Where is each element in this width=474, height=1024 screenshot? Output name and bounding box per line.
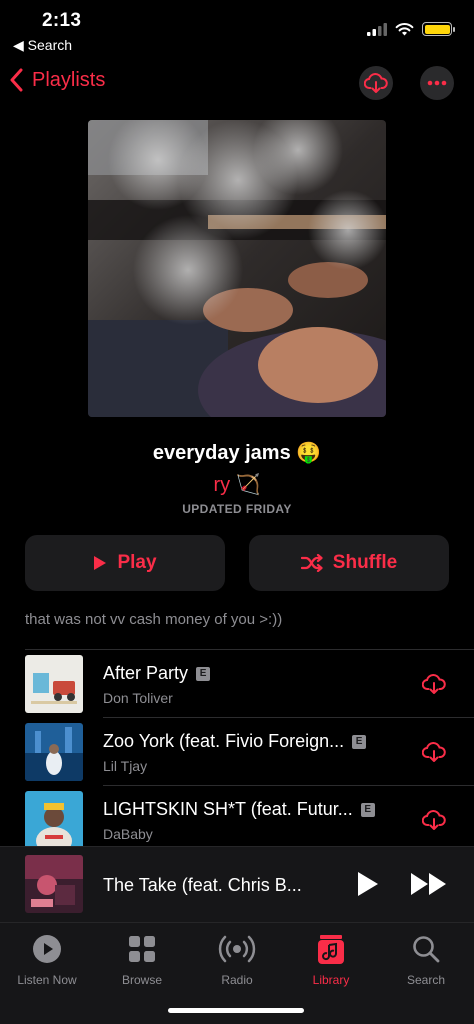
playlist-curator-link[interactable]: ry 🏹 (0, 472, 474, 497)
track-row[interactable]: After Party E Don Toliver (0, 651, 474, 717)
now-playing-title: The Take (feat. Chris B... (103, 875, 302, 895)
tab-label: Browse (121, 973, 162, 987)
tab-label: Radio (221, 973, 253, 987)
tab-search[interactable]: Search (379, 931, 473, 987)
magnifier-icon (413, 936, 440, 963)
track-title-row: Zoo York (feat. Fivio Foreign... E (103, 731, 367, 752)
cloud-download-icon[interactable] (422, 809, 446, 831)
status-icons (367, 22, 455, 36)
tab-label: Listen Now (17, 973, 77, 987)
track-title: Zoo York (feat. Fivio Foreign... (103, 731, 345, 751)
play-icon (94, 556, 107, 570)
tab-radio[interactable]: Radio (190, 931, 284, 987)
cloud-download-icon[interactable] (422, 741, 446, 763)
radio-waves-icon (218, 935, 256, 963)
playlist-updated-label: UPDATED FRIDAY (182, 502, 292, 516)
more-options-button[interactable] (420, 66, 454, 100)
track-artwork (25, 655, 83, 713)
status-bar: 2:13 ◀ Search (0, 0, 474, 60)
ellipsis-icon (427, 80, 447, 86)
tab-browse[interactable]: Browse (95, 931, 189, 987)
grid-icon (129, 936, 155, 962)
play-circle-icon (33, 935, 61, 963)
explicit-badge: E (196, 666, 211, 681)
cellular-signal-icon (367, 22, 387, 36)
track-artwork (25, 723, 83, 781)
cloud-download-icon (364, 73, 388, 93)
nav-bar: Playlists (0, 62, 474, 106)
play-button[interactable]: Play (25, 535, 225, 591)
status-time: 2:13 (42, 10, 82, 31)
tab-label: Library (312, 973, 350, 987)
shuffle-label: Shuffle (332, 552, 398, 573)
track-row[interactable]: LIGHTSKIN SH*T (feat. Futur... E DaBaby (0, 787, 474, 853)
chevron-left-icon (10, 68, 23, 92)
playlist-title: everyday jams 🤑 (152, 442, 322, 464)
now-playing-artwork (25, 855, 83, 913)
play-icon[interactable] (356, 871, 380, 897)
divider (103, 717, 474, 718)
track-artist: DaBaby (103, 826, 153, 842)
tab-library[interactable]: Library (284, 931, 378, 987)
battery-icon (422, 22, 455, 36)
shuffle-button[interactable]: Shuffle (249, 535, 449, 591)
playlist-description: that was not vv cash money of you >:)) (25, 611, 283, 628)
track-title-row: After Party E (103, 663, 211, 684)
cloud-download-icon[interactable] (422, 673, 446, 695)
back-label: Playlists (32, 68, 106, 91)
explicit-badge: E (360, 802, 375, 817)
track-artist: Don Toliver (103, 690, 173, 706)
next-track-icon[interactable] (410, 871, 448, 897)
shuffle-icon (300, 554, 323, 572)
track-title-row: LIGHTSKIN SH*T (feat. Futur... E (103, 799, 375, 820)
track-artist: Lil Tjay (103, 758, 148, 774)
back-to-playlists-button[interactable]: Playlists (10, 68, 105, 92)
divider (25, 649, 474, 650)
tab-label: Search (406, 973, 446, 987)
explicit-badge: E (352, 734, 367, 749)
playlist-artwork (88, 120, 386, 417)
track-row[interactable]: Zoo York (feat. Fivio Foreign... E Lil T… (0, 719, 474, 785)
track-title: LIGHTSKIN SH*T (feat. Futur... (103, 799, 353, 819)
play-label: Play (117, 552, 157, 573)
home-indicator[interactable] (168, 1008, 304, 1013)
wifi-icon (395, 23, 414, 36)
download-playlist-button[interactable] (359, 66, 393, 100)
track-title: After Party (103, 663, 189, 683)
tab-listen-now[interactable]: Listen Now (0, 931, 94, 987)
mini-player[interactable]: The Take (feat. Chris B... (0, 846, 474, 922)
track-artwork (25, 791, 83, 849)
divider (103, 785, 474, 786)
music-note-icon (318, 935, 344, 964)
status-back-to-search[interactable]: ◀ Search (13, 37, 72, 54)
